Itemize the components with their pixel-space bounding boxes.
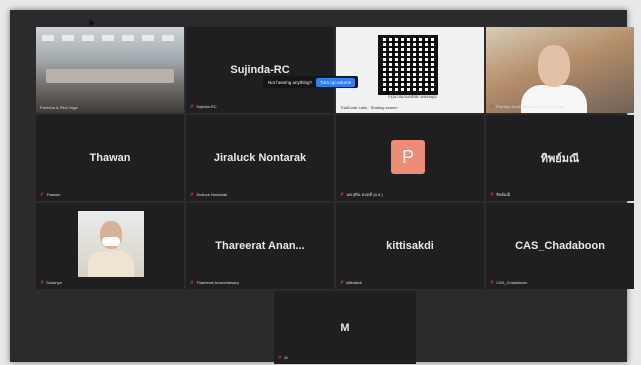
participant-tile-sukanya[interactable]: ✗ Sukanya (36, 203, 184, 289)
participant-name: CAS_Chadaboon (515, 240, 605, 252)
mic-muted-icon: ✗ (190, 192, 195, 198)
participant-label: ✗ Thareerat Ananchaisarp (190, 280, 239, 286)
participant-tile-m[interactable]: M ✗ M (274, 291, 416, 364)
video-man (486, 27, 634, 113)
participant-label: ThaiCode Labs · Sharing screen (340, 105, 398, 110)
participant-label: ✗ M (278, 355, 288, 361)
video-room (36, 27, 184, 113)
participant-label: ✗ Sukanya (40, 280, 62, 286)
video-woman (78, 211, 144, 277)
mic-muted-icon: ✗ (278, 355, 283, 361)
mic-muted-icon: ✗ (190, 104, 195, 110)
mic-muted-icon: ✗ (190, 280, 195, 286)
qr-code (378, 35, 438, 95)
participant-label: ✗ ทิพย์มณี (490, 192, 511, 198)
avatar: P (391, 140, 425, 174)
meeting-window: Fareeha & Pilot Yoga Sujinda-RC ✗ Sujinda… (10, 10, 634, 364)
mic-muted-icon: ✗ (490, 280, 495, 286)
participant-tile-chadaboon[interactable]: CAS_Chadaboon ✗ CAS_Chadaboon (486, 203, 634, 289)
participant-name: kittisakdi (386, 240, 434, 252)
mouse-cursor-icon (87, 18, 95, 26)
participant-label: ✗ Sujinda-RC (190, 104, 217, 110)
participant-name: Thareerat Anan... (215, 240, 305, 252)
toast-message: Not hearing anything? (268, 79, 313, 85)
participant-name: Jiraluck Nontarak (213, 152, 307, 164)
participant-tile-jiraluck[interactable]: Jiraluck Nontarak ✗ Jiraluck Nontarak (186, 115, 334, 201)
participant-label: ✗ Jiraluck Nontarak (190, 192, 228, 198)
participant-name: ทิพย์มณี (540, 153, 580, 165)
participant-label: ✗ นพ.สุทิน หมดดี (ผ.อ.) (340, 192, 383, 198)
participant-tile-sujinda[interactable]: Sujinda-RC ✗ Sujinda-RC (186, 27, 334, 113)
participant-name-label: Fareeha & Pilot Yoga (40, 105, 78, 110)
participant-tile-thawan[interactable]: Thawan ✗ Thawan (36, 115, 184, 201)
participant-label: ✗ Thawan (40, 192, 61, 198)
participant-label: ✗ CAS_Chadaboon (490, 280, 528, 286)
mic-muted-icon: ✗ (490, 192, 495, 198)
participant-tile-thareerat[interactable]: Thareerat Anan... ✗ Thareerat Ananchaisar… (186, 203, 334, 289)
participant-tile-porntep[interactable]: ✗ Porntep Sonkhunarak (Peem) Thanee (486, 27, 634, 113)
audio-toast: Not hearing anything? Turn up volume (263, 76, 359, 88)
participant-name: M (340, 321, 350, 334)
participant-label: ✗ kittisakdi (340, 280, 362, 286)
qr-caption: กรุณาสแกนรหัสผ่านของคุณ (388, 94, 437, 99)
participant-tile-kittisakdi[interactable]: kittisakdi ✗ kittisakdi (336, 203, 484, 289)
participant-label: Fareeha & Pilot Yoga (40, 105, 78, 110)
turn-up-volume-button[interactable]: Turn up volume (316, 77, 356, 87)
mic-muted-icon: ✗ (40, 192, 45, 198)
participant-name: Thawan (89, 152, 131, 164)
mic-muted-icon: ✗ (490, 104, 495, 110)
mic-muted-icon: ✗ (340, 192, 345, 198)
participant-name: Sujinda-RC (230, 64, 290, 76)
participant-tile-tippmanee[interactable]: ทิพย์มณี ✗ ทิพย์มณี (486, 115, 634, 201)
shared-screen: กรุณาสแกนรหัสผ่านของคุณ (336, 27, 484, 113)
participant-tile-screen-share[interactable]: กรุณาสแกนรหัสผ่านของคุณ ThaiCode Labs · … (336, 27, 484, 113)
mic-muted-icon: ✗ (340, 280, 345, 286)
mic-muted-icon: ✗ (40, 280, 45, 286)
participant-tile-p[interactable]: P ✗ นพ.สุทิน หมดดี (ผ.อ.) (336, 115, 484, 201)
participant-tile-room[interactable]: Fareeha & Pilot Yoga (36, 27, 184, 113)
participant-label: ✗ Porntep Sonkhunarak (Peem) Thanee (490, 104, 564, 110)
